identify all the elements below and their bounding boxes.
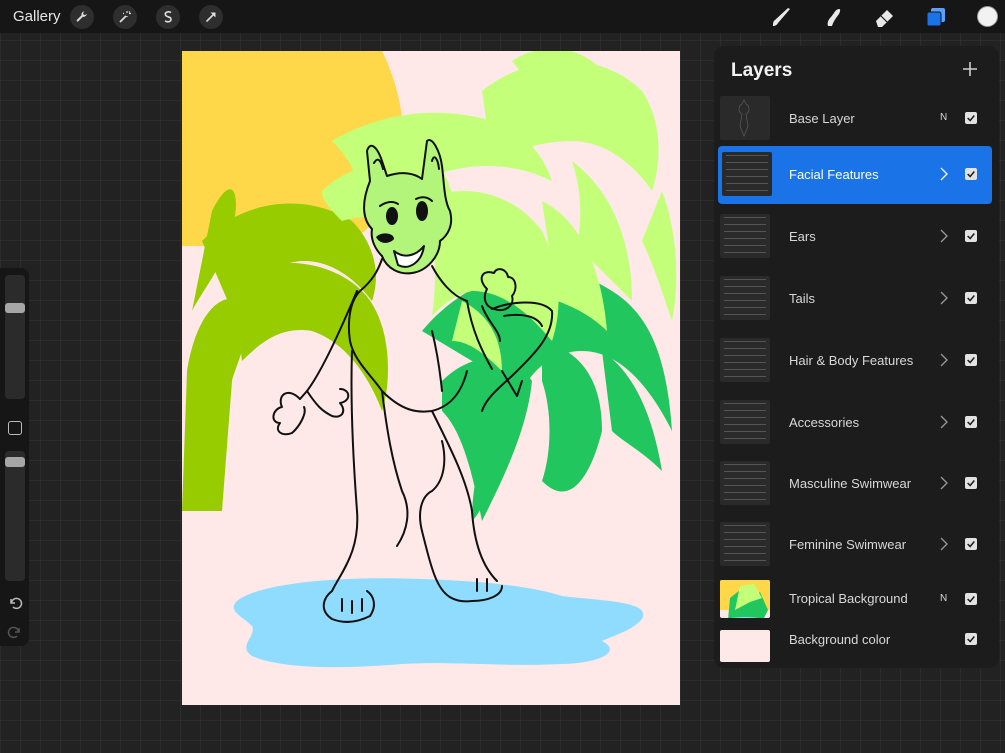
chevron-right-icon[interactable] <box>940 229 948 243</box>
layer-thumbnail <box>720 338 770 382</box>
layer-row[interactable]: Background color <box>718 623 992 668</box>
layers-icon[interactable] <box>923 4 949 30</box>
layer-row[interactable]: Tropical Background N <box>718 576 992 623</box>
palm-left <box>182 189 388 511</box>
layer-name: Facial Features <box>789 167 879 182</box>
chevron-right-icon[interactable] <box>940 415 948 429</box>
layer-thumbnail <box>720 522 770 566</box>
check-icon <box>967 480 975 487</box>
layer-thumbnail <box>720 580 770 618</box>
layer-name: Base Layer <box>789 111 855 126</box>
layer-name: Ears <box>789 229 816 244</box>
top-toolbar: Gallery <box>0 0 1005 33</box>
layer-thumbnail <box>720 400 770 444</box>
visibility-checkbox[interactable] <box>965 593 977 605</box>
visibility-checkbox[interactable] <box>965 354 977 366</box>
visibility-checkbox[interactable] <box>965 292 977 304</box>
layer-row[interactable]: Accessories <box>718 394 992 452</box>
check-icon <box>967 596 975 603</box>
check-icon <box>967 115 975 122</box>
layer-name: Masculine Swimwear <box>789 476 912 491</box>
blend-mode-label[interactable]: N <box>940 593 947 604</box>
layers-title: Layers <box>731 60 793 81</box>
layer-thumbnail <box>722 152 772 196</box>
check-icon <box>967 419 975 426</box>
visibility-checkbox[interactable] <box>965 538 977 550</box>
visibility-checkbox[interactable] <box>965 112 977 124</box>
check-icon <box>967 636 975 643</box>
redo-icon[interactable] <box>7 624 23 640</box>
eraser-icon[interactable] <box>872 4 898 30</box>
layer-row[interactable]: Feminine Swimwear <box>718 516 992 574</box>
undo-icon[interactable] <box>7 595 23 611</box>
visibility-checkbox[interactable] <box>965 230 977 242</box>
layer-row[interactable]: Ears <box>718 208 992 266</box>
check-icon <box>967 541 975 548</box>
layer-row[interactable]: Base Layer N <box>718 90 992 148</box>
layer-row[interactable]: Tails <box>718 270 992 328</box>
water-puddle <box>233 578 644 668</box>
visibility-checkbox[interactable] <box>965 416 977 428</box>
check-icon <box>967 171 975 178</box>
layer-name: Accessories <box>789 415 860 430</box>
left-sidebar <box>0 268 29 646</box>
chevron-right-icon[interactable] <box>940 291 948 305</box>
magic-wand-icon[interactable] <box>113 5 137 29</box>
chevron-right-icon[interactable] <box>940 537 948 551</box>
modify-button[interactable] <box>8 421 22 435</box>
gallery-button[interactable]: Gallery <box>13 8 61 25</box>
visibility-checkbox[interactable] <box>965 477 977 489</box>
visibility-checkbox[interactable] <box>965 168 977 180</box>
layer-thumbnail <box>720 276 770 320</box>
add-layer-icon[interactable] <box>959 58 981 80</box>
layer-name: Hair & Body Features <box>789 353 914 368</box>
chevron-right-icon[interactable] <box>940 476 948 490</box>
check-icon <box>967 295 975 302</box>
check-icon <box>967 357 975 364</box>
layer-row[interactable]: Hair & Body Features <box>718 332 992 390</box>
check-icon <box>967 233 975 240</box>
brush-size-thumb[interactable] <box>5 303 25 313</box>
layer-thumbnail <box>720 461 770 505</box>
layers-panel: Layers Base Layer N Facial Features Ears Tai… <box>714 46 999 668</box>
brush-size-slider[interactable] <box>5 275 25 399</box>
visibility-checkbox[interactable] <box>965 633 977 645</box>
smudge-icon[interactable] <box>820 4 846 30</box>
selection-icon[interactable] <box>156 5 180 29</box>
layer-name: Tails <box>789 291 816 306</box>
brush-opacity-thumb[interactable] <box>5 457 25 467</box>
chevron-right-icon[interactable] <box>940 353 948 367</box>
layer-name: Tropical Background <box>789 591 908 606</box>
layer-name: Background color <box>789 632 891 647</box>
blend-mode-label[interactable]: N <box>940 112 947 123</box>
brush-icon[interactable] <box>769 4 795 30</box>
layer-thumbnail <box>720 214 770 258</box>
chevron-right-icon[interactable] <box>940 167 948 181</box>
transform-icon[interactable] <box>199 5 223 29</box>
layer-name: Feminine Swimwear <box>789 537 907 552</box>
layer-thumbnail <box>720 630 770 662</box>
brush-opacity-slider[interactable] <box>5 451 25 581</box>
layer-row[interactable]: Facial Features <box>718 146 992 204</box>
drawing-canvas[interactable] <box>182 51 680 705</box>
wrench-icon[interactable] <box>70 5 94 29</box>
layer-row[interactable]: Masculine Swimwear <box>718 455 992 513</box>
color-picker-swatch[interactable] <box>977 6 998 27</box>
layer-thumbnail <box>720 96 770 140</box>
